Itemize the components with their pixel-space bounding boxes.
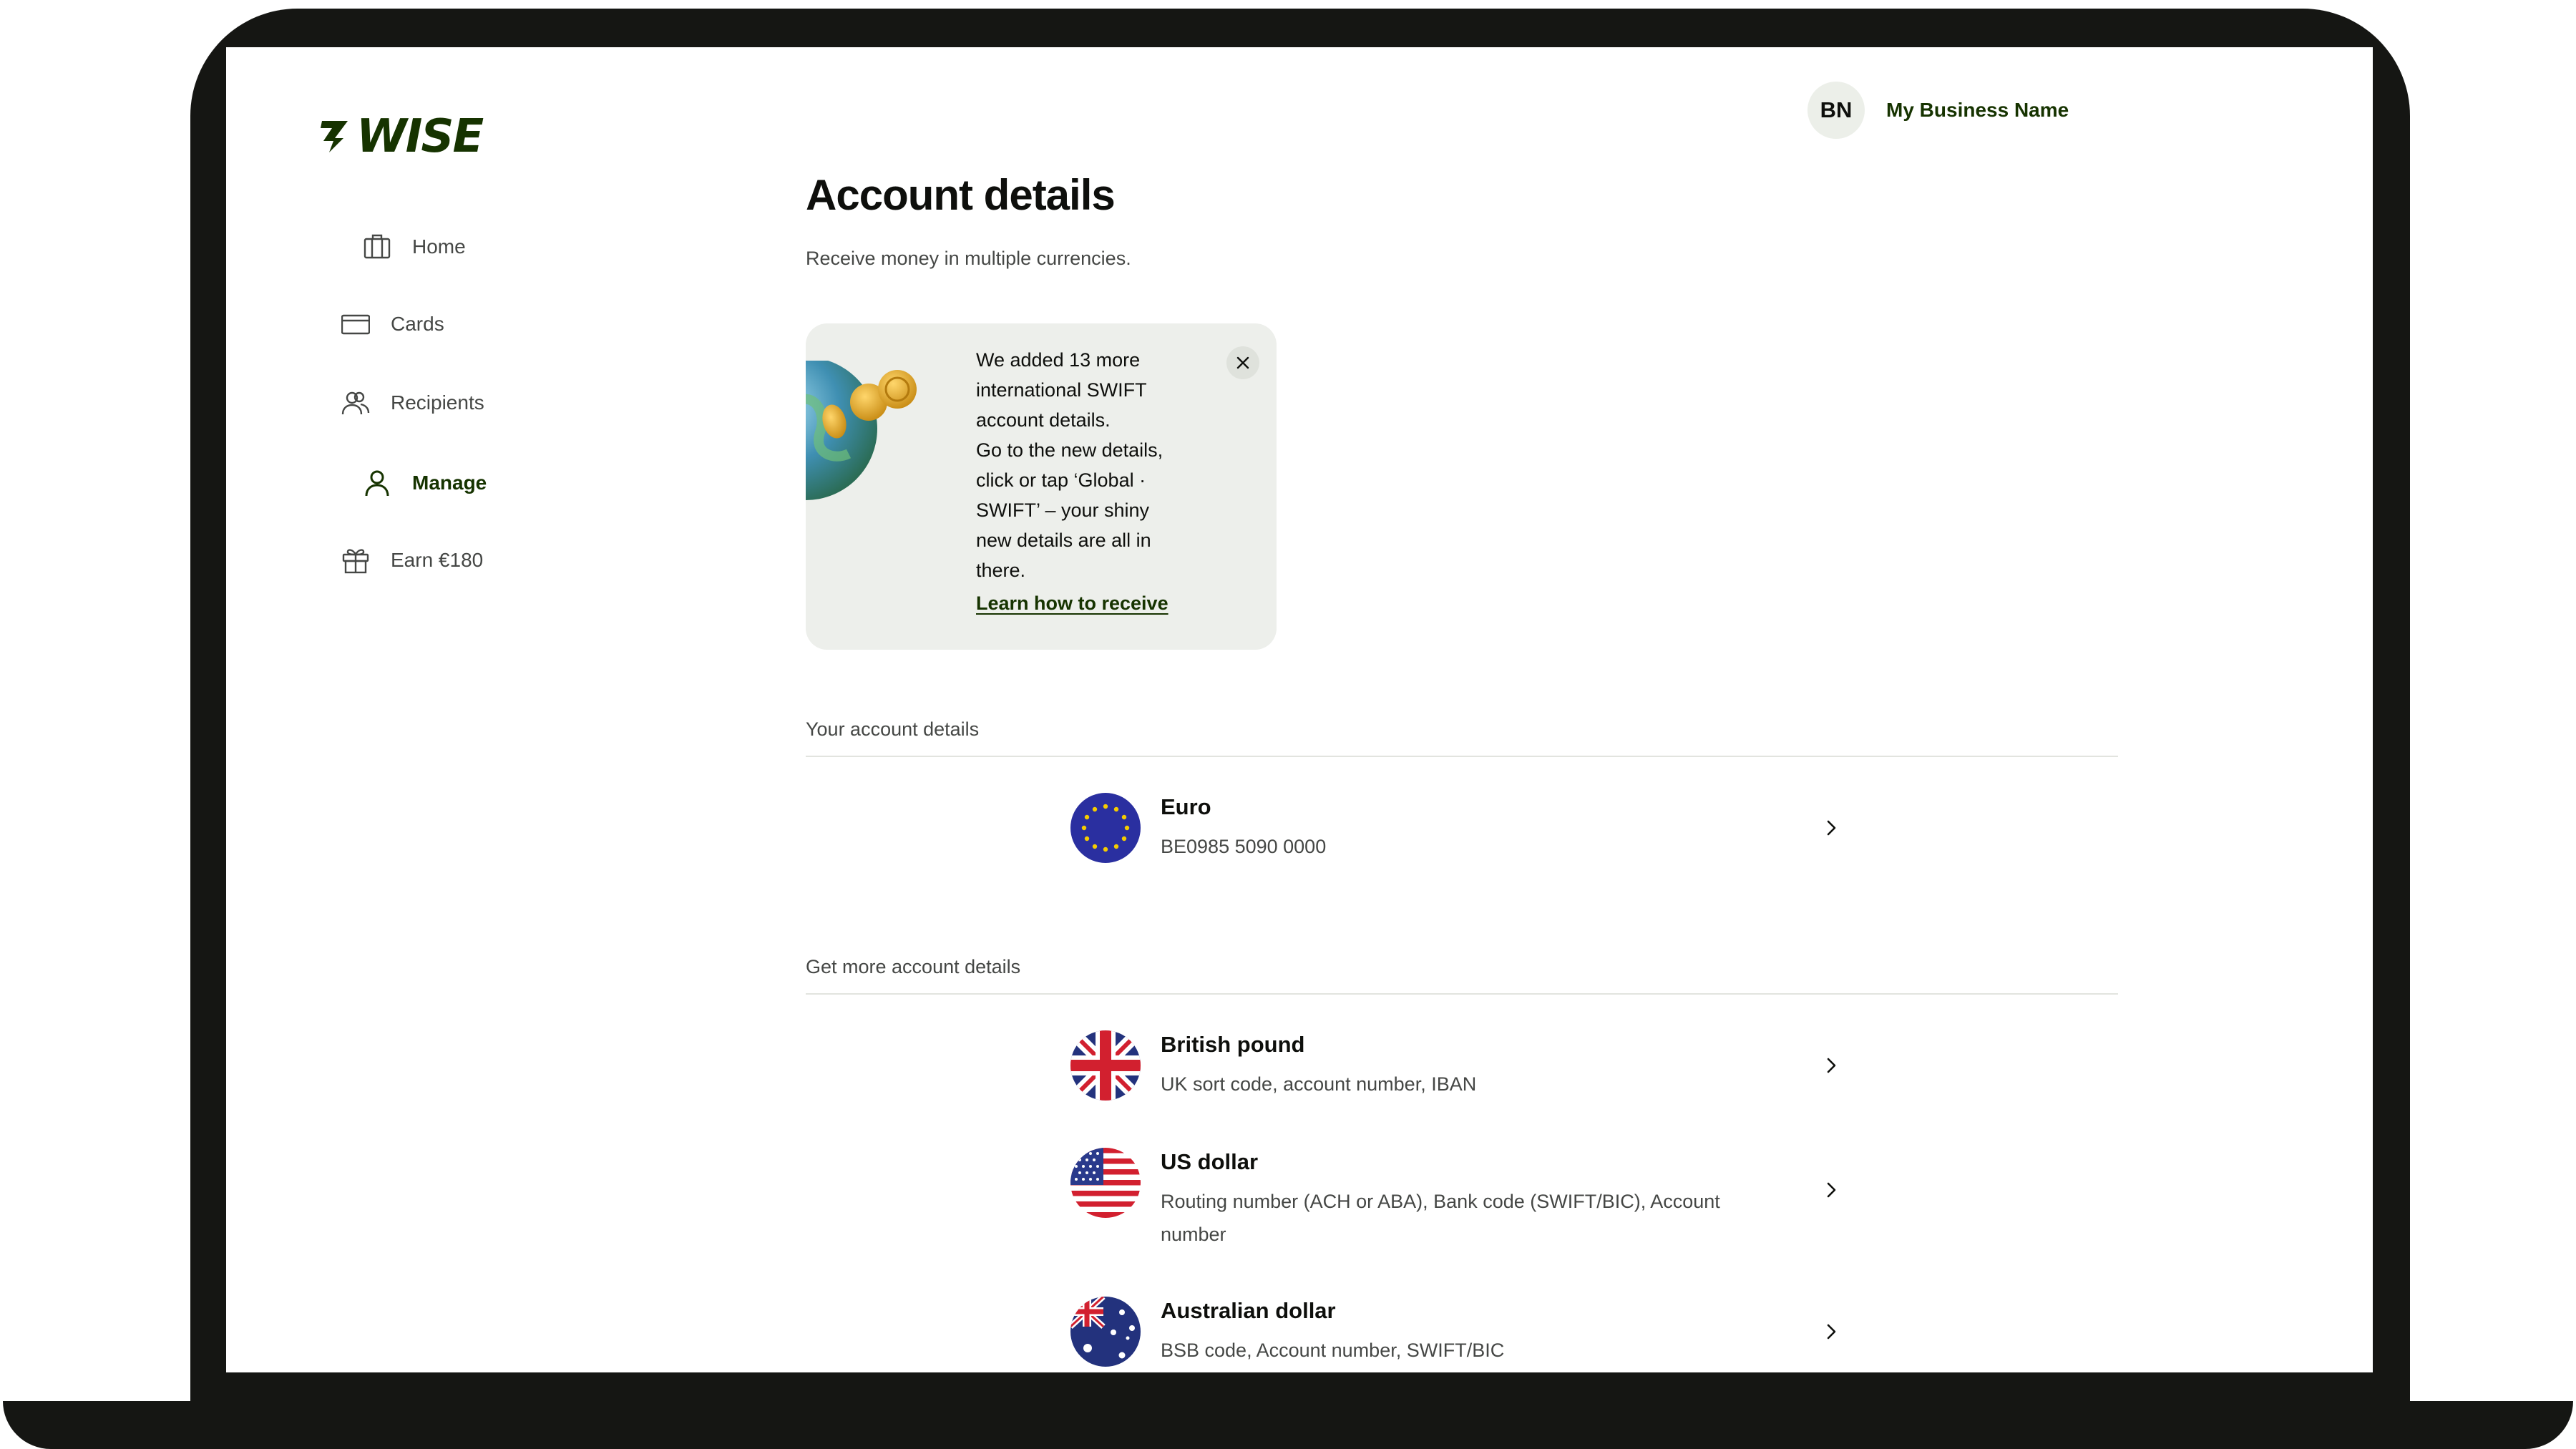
chevron-right-icon [1827, 1058, 1836, 1073]
account-switcher[interactable]: BN My Business Name [1807, 82, 2069, 139]
people-icon [341, 388, 371, 418]
eu-flag-icon [1070, 793, 1141, 863]
sidebar-item-manage[interactable]: Manage [362, 468, 487, 498]
account-currency-name: US dollar [1161, 1149, 1259, 1174]
account-number: BE0985 5090 0000 [1161, 836, 1327, 857]
brand-wordmark: WISE [356, 110, 484, 163]
close-icon [1236, 356, 1249, 369]
close-promo-button[interactable] [1226, 346, 1259, 379]
briefcase-icon [362, 232, 392, 262]
sidebar-item-label: Manage [412, 472, 487, 494]
account-row-australian-dollar[interactable]: Australian dollar BSB code, Account numb… [1070, 1297, 1843, 1372]
chevron-right-icon [1827, 1324, 1836, 1340]
promo-message: We added 13 more international SWIFT acc… [976, 349, 1163, 581]
sidebar-item-earn[interactable]: Earn €180 [341, 545, 483, 575]
app-window: WISE Home Cards Recipients Manage Earn €… [226, 47, 2373, 1372]
sidebar-item-label: Recipients [391, 391, 484, 414]
gift-icon [341, 545, 371, 575]
card-icon [341, 309, 371, 339]
account-row-british-pound[interactable]: British pound UK sort code, account numb… [1070, 1030, 1843, 1109]
your-account-details-heading: Your account details [806, 718, 980, 740]
laptop-base [3, 1401, 2573, 1449]
wise-logo[interactable]: WISE [319, 110, 484, 163]
section-divider [806, 993, 2118, 995]
globe-coins-illustration [806, 361, 917, 500]
wise-flag-icon [321, 121, 348, 152]
sidebar-item-label: Home [412, 235, 466, 258]
account-currency-name: Euro [1161, 794, 1211, 819]
swift-promo-card: We added 13 more international SWIFT acc… [806, 323, 1277, 650]
account-detail-types: Routing number (ACH or ABA), Bank code (… [1161, 1191, 1720, 1245]
sidebar-item-label: Cards [391, 313, 444, 335]
business-name: My Business Name [1886, 99, 2069, 121]
sidebar-item-cards[interactable]: Cards [341, 309, 444, 339]
account-currency-name: British pound [1161, 1032, 1305, 1057]
page-title: Account details [806, 171, 1116, 219]
uk-flag-icon [1070, 1030, 1141, 1101]
sidebar-item-recipients[interactable]: Recipients [341, 388, 484, 418]
account-row-euro[interactable]: Euro BE0985 5090 0000 [1070, 793, 1843, 872]
sidebar-item-home[interactable]: Home [362, 232, 466, 262]
learn-how-to-receive-link[interactable]: Learn how to receive [976, 592, 1169, 615]
section-divider [806, 756, 2118, 757]
person-icon [362, 468, 392, 498]
page-subtitle: Receive money in multiple currencies. [806, 248, 1131, 269]
account-row-us-dollar[interactable]: US dollar Routing number (ACH or ABA), B… [1070, 1148, 1843, 1248]
avatar: BN [1807, 82, 1865, 139]
account-currency-name: Australian dollar [1161, 1298, 1336, 1323]
get-more-account-details-heading: Get more account details [806, 956, 1021, 977]
au-flag-icon [1070, 1297, 1141, 1367]
account-detail-types: UK sort code, account number, IBAN [1161, 1073, 1477, 1095]
sidebar-item-label: Earn €180 [391, 549, 484, 571]
us-flag-icon [1070, 1148, 1141, 1218]
chevron-right-icon [1827, 820, 1836, 836]
account-detail-types: BSB code, Account number, SWIFT/BIC [1161, 1340, 1505, 1361]
chevron-right-icon [1827, 1182, 1836, 1198]
